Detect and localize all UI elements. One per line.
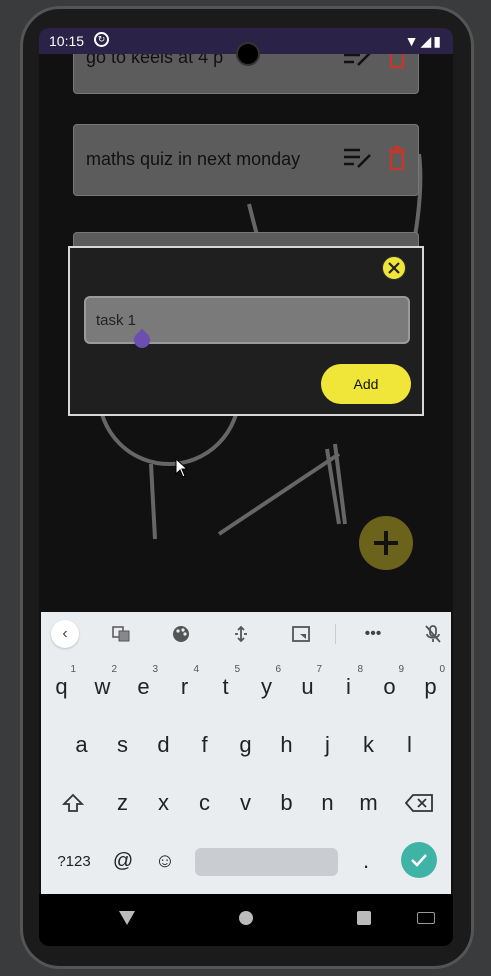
key-b[interactable]: b bbox=[266, 778, 307, 828]
period-key[interactable]: . bbox=[346, 836, 386, 886]
mic-off-icon[interactable] bbox=[419, 620, 447, 648]
key-c[interactable]: c bbox=[184, 778, 225, 828]
key-k[interactable]: k bbox=[348, 720, 389, 770]
toolbar-divider bbox=[335, 624, 336, 644]
palette-icon[interactable] bbox=[167, 620, 195, 648]
symbols-key[interactable]: ?123 bbox=[49, 836, 99, 886]
key-r[interactable]: r4 bbox=[164, 662, 205, 712]
key-s[interactable]: s bbox=[102, 720, 143, 770]
key-row-1: q1 w2 e3 r4 t5 y6 u7 i8 o9 p0 bbox=[41, 662, 451, 712]
key-v[interactable]: v bbox=[225, 778, 266, 828]
key-row-3: z x c v b n m bbox=[41, 778, 451, 828]
sync-icon: ↻ bbox=[94, 32, 109, 47]
add-task-dialog: Add bbox=[68, 246, 424, 416]
key-x[interactable]: x bbox=[143, 778, 184, 828]
key-p[interactable]: p0 bbox=[410, 662, 451, 712]
add-button[interactable]: Add bbox=[321, 364, 411, 404]
key-row-4: ?123 @ ☺ . bbox=[41, 836, 451, 886]
translate-icon[interactable] bbox=[107, 620, 135, 648]
key-d[interactable]: d bbox=[143, 720, 184, 770]
key-w[interactable]: w2 bbox=[82, 662, 123, 712]
key-m[interactable]: m bbox=[348, 778, 389, 828]
task-input-field[interactable] bbox=[84, 296, 410, 352]
task-text: maths quiz in next monday bbox=[86, 149, 301, 169]
keyboard-switch-icon[interactable] bbox=[417, 912, 435, 924]
key-h[interactable]: h bbox=[266, 720, 307, 770]
nav-back-icon[interactable] bbox=[119, 911, 135, 925]
screenshot-icon[interactable] bbox=[287, 620, 315, 648]
front-camera bbox=[236, 42, 260, 66]
keyboard-toolbar: ‹ ••• bbox=[41, 612, 451, 656]
status-icons: ▼◢▮ bbox=[404, 33, 443, 49]
key-i[interactable]: i8 bbox=[328, 662, 369, 712]
close-icon bbox=[388, 262, 400, 274]
mouse-pointer-icon bbox=[175, 457, 189, 483]
key-g[interactable]: g bbox=[225, 720, 266, 770]
key-t[interactable]: t5 bbox=[205, 662, 246, 712]
screen: go to keels at 4 p maths quiz in next mo… bbox=[39, 28, 453, 946]
at-key[interactable]: @ bbox=[103, 836, 143, 886]
backspace-icon[interactable] bbox=[397, 778, 441, 828]
key-f[interactable]: f bbox=[184, 720, 225, 770]
key-u[interactable]: u7 bbox=[287, 662, 328, 712]
add-task-fab[interactable] bbox=[359, 516, 413, 570]
key-l[interactable]: l bbox=[389, 720, 430, 770]
edit-icon[interactable] bbox=[344, 147, 372, 174]
soft-keyboard: ‹ ••• q1 w2 e3 r4 t5 y6 u 7 i 8 o 9 p 0 … bbox=[41, 612, 451, 894]
key-z[interactable]: z bbox=[102, 778, 143, 828]
space-key[interactable] bbox=[195, 848, 338, 876]
key-e[interactable]: e3 bbox=[123, 662, 164, 712]
chevron-left-icon[interactable]: ‹ bbox=[51, 620, 79, 648]
emoji-key[interactable]: ☺ bbox=[145, 836, 185, 886]
shift-icon[interactable] bbox=[51, 778, 95, 828]
navigation-bar bbox=[39, 894, 453, 946]
key-o[interactable]: o9 bbox=[369, 662, 410, 712]
key-q[interactable]: q1 bbox=[41, 662, 82, 712]
task-card[interactable]: maths quiz in next monday bbox=[73, 124, 419, 196]
nav-recents-icon[interactable] bbox=[357, 911, 371, 925]
key-y[interactable]: y6 bbox=[246, 662, 287, 712]
close-button[interactable] bbox=[382, 256, 406, 280]
key-a[interactable]: a bbox=[61, 720, 102, 770]
plus-icon bbox=[374, 531, 398, 555]
enter-key[interactable] bbox=[401, 842, 437, 878]
check-icon bbox=[411, 854, 427, 867]
key-n[interactable]: n bbox=[307, 778, 348, 828]
status-time: 10:15 bbox=[49, 33, 85, 49]
trash-icon[interactable] bbox=[387, 145, 407, 176]
nav-home-icon[interactable] bbox=[239, 911, 253, 925]
key-row-2: a s d f g h j k l bbox=[41, 720, 451, 770]
key-j[interactable]: j bbox=[307, 720, 348, 770]
cursor-move-icon[interactable] bbox=[227, 620, 255, 648]
more-icon[interactable]: ••• bbox=[359, 620, 387, 648]
